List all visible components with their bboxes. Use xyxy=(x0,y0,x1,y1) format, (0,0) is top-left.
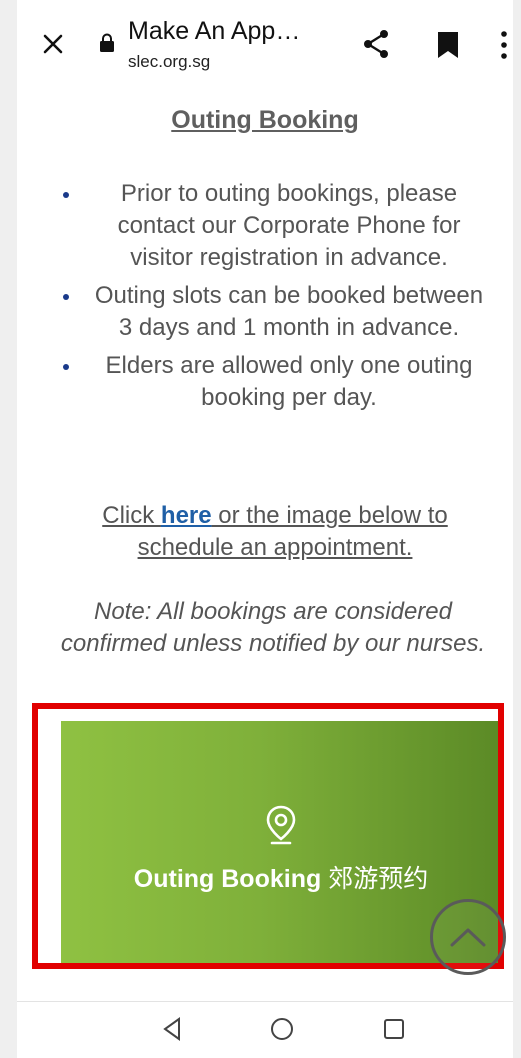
more-vertical-icon[interactable] xyxy=(498,30,510,60)
bullet-dot xyxy=(63,364,69,370)
share-icon[interactable] xyxy=(360,28,392,60)
home-circle-icon[interactable] xyxy=(267,1014,297,1044)
page-title: Make An App… xyxy=(128,17,301,45)
page-content: Outing Booking Prior to outing bookings,… xyxy=(17,86,513,982)
lock-icon xyxy=(100,33,114,52)
page-url: slec.org.sg xyxy=(128,52,211,71)
system-navigation-bar xyxy=(17,1001,513,1058)
bullet-dot xyxy=(63,192,69,198)
here-link[interactable]: here xyxy=(161,502,212,529)
list-item-text: Elders are allowed only one outing booki… xyxy=(105,352,473,411)
list-item: Elders are allowed only one outing booki… xyxy=(59,350,489,414)
left-edge-strip xyxy=(0,0,17,1058)
browser-toolbar: Make An App… slec.org.sg xyxy=(17,0,513,87)
click-before-text: Click xyxy=(102,502,161,529)
bullet-dot xyxy=(63,294,69,300)
booking-note: Note: All bookings are considered confir… xyxy=(60,598,486,657)
right-edge-strip xyxy=(513,0,521,1058)
scroll-to-top-button[interactable] xyxy=(430,899,506,975)
close-button[interactable] xyxy=(39,30,67,58)
list-item: Prior to outing bookings, please contact… xyxy=(59,178,489,274)
bookmark-icon[interactable] xyxy=(435,30,461,60)
list-item-text: Outing slots can be booked between 3 day… xyxy=(94,282,484,341)
chevron-up-icon xyxy=(450,928,486,947)
recent-apps-square-icon[interactable] xyxy=(379,1014,409,1044)
rules-list: Prior to outing bookings, please contact… xyxy=(59,178,489,420)
section-heading: Outing Booking xyxy=(171,106,359,134)
schedule-instruction: Click here or the image below to schedul… xyxy=(61,500,489,564)
list-item-text: Prior to outing bookings, please contact… xyxy=(117,180,461,271)
list-item: Outing slots can be booked between 3 day… xyxy=(59,280,489,344)
back-triangle-icon[interactable] xyxy=(157,1014,187,1044)
close-icon xyxy=(43,34,63,54)
